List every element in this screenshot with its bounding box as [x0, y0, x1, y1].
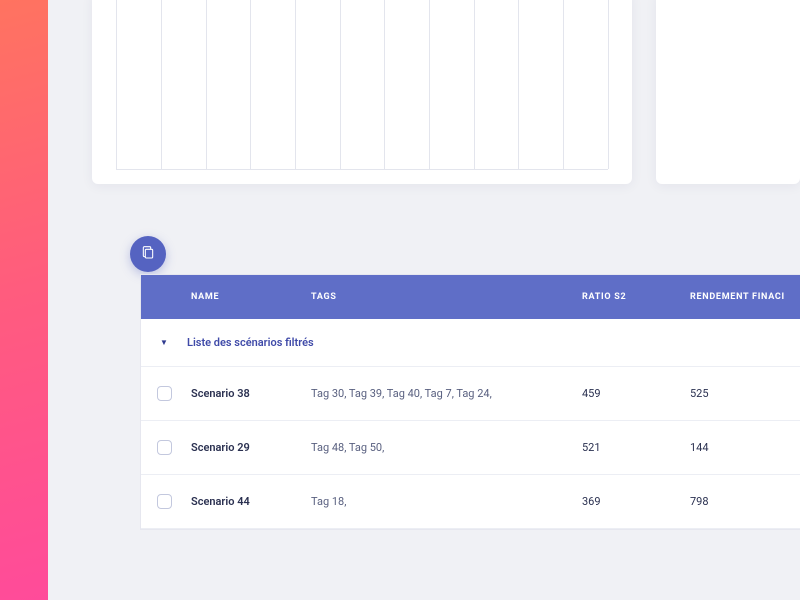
cell-ratio: 459	[582, 387, 690, 400]
chart-cards-row	[48, 0, 800, 192]
sidebar-gradient	[0, 0, 48, 600]
row-checkbox[interactable]	[157, 494, 172, 509]
cell-name[interactable]: Scenario 29	[187, 441, 311, 454]
cell-tags: Tag 30, Tag 39, Tag 40, Tag 7, Tag 24,	[311, 387, 582, 400]
row-checkbox[interactable]	[157, 386, 172, 401]
table-row: Scenario 44 Tag 18, 369 798	[141, 475, 800, 529]
chart-card-side	[656, 0, 800, 184]
cell-rendement: 525	[690, 387, 800, 400]
table-row: Scenario 29 Tag 48, Tag 50, 521 144	[141, 421, 800, 475]
th-tags[interactable]: TAGS	[311, 292, 582, 302]
cell-tags: Tag 18,	[311, 495, 582, 508]
th-ratio[interactable]: RATIO S2	[582, 292, 690, 302]
cell-name[interactable]: Scenario 44	[187, 495, 311, 508]
cell-rendement: 144	[690, 441, 800, 454]
table-row: Scenario 38 Tag 30, Tag 39, Tag 40, Tag …	[141, 367, 800, 421]
th-name[interactable]: NAME	[187, 292, 311, 302]
chart-grid	[116, 0, 608, 170]
row-checkbox[interactable]	[157, 440, 172, 455]
th-rendement[interactable]: RENDEMENT FINACI	[690, 292, 800, 302]
cell-tags: Tag 48, Tag 50,	[311, 441, 582, 454]
scenario-table: NAME TAGS RATIO S2 RENDEMENT FINACI ▼ Li…	[140, 274, 800, 530]
group-label: Liste des scénarios filtrés	[187, 336, 314, 349]
cell-ratio: 369	[582, 495, 690, 508]
cell-name[interactable]: Scenario 38	[187, 387, 311, 400]
cell-ratio: 521	[582, 441, 690, 454]
caret-down-icon: ▼	[141, 338, 187, 347]
copy-icon	[140, 244, 156, 264]
cell-rendement: 798	[690, 495, 800, 508]
table-group-row[interactable]: ▼ Liste des scénarios filtrés	[141, 319, 800, 367]
chart-card-main	[92, 0, 632, 184]
copy-fab[interactable]	[130, 236, 166, 272]
main-content: NAME TAGS RATIO S2 RENDEMENT FINACI ▼ Li…	[48, 0, 800, 600]
table-header: NAME TAGS RATIO S2 RENDEMENT FINACI	[141, 275, 800, 319]
